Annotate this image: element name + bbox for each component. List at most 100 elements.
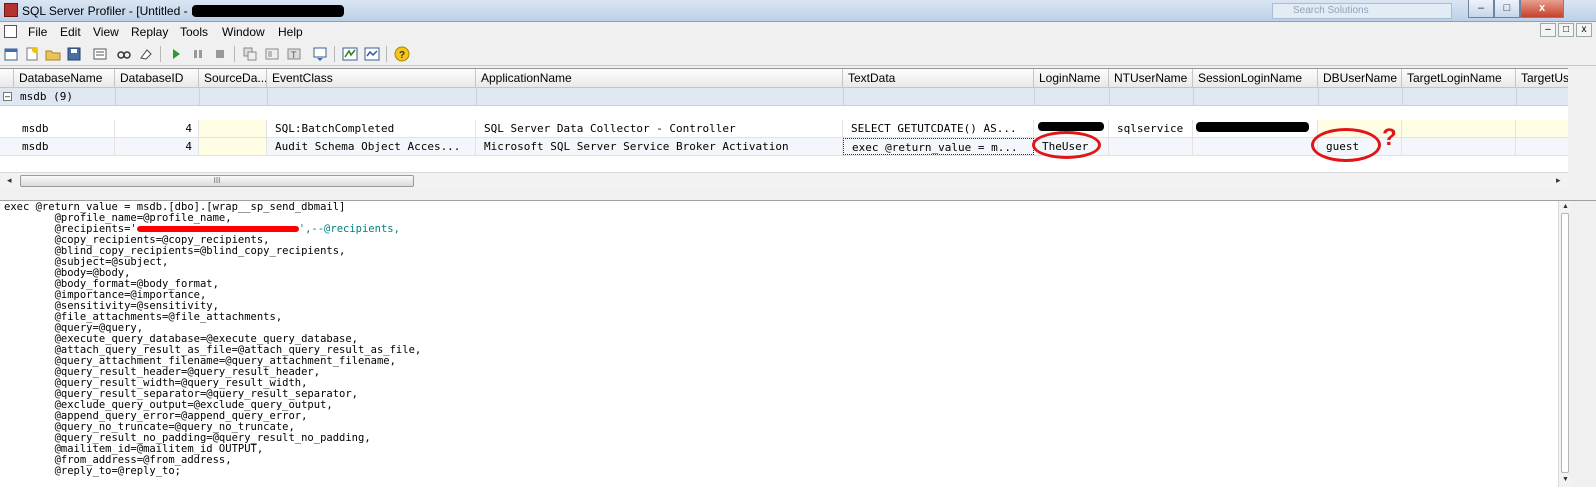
scroll-up-icon[interactable]: ▲ <box>1562 203 1569 210</box>
menu-edit[interactable]: Edit <box>60 25 81 39</box>
column-header-sessionloginname[interactable]: SessionLoginName <box>1193 69 1318 88</box>
redacted-sessionloginname <box>1196 122 1309 132</box>
column-header-eventclass[interactable]: EventClass <box>267 69 476 88</box>
new-template-icon[interactable] <box>24 46 40 62</box>
question-mark-annotation: ? <box>1382 124 1397 151</box>
menu-window[interactable]: Window <box>222 25 265 39</box>
code-comment: ',--@recipients, <box>298 223 400 235</box>
group-row[interactable]: – msdb (9) <box>0 88 1568 106</box>
cell-ntusername: sqlservice <box>1109 120 1193 137</box>
help-icon[interactable]: ? <box>394 46 410 62</box>
search-input[interactable]: Search Solutions <box>1272 3 1452 19</box>
auto-scroll-icon[interactable] <box>242 46 258 62</box>
mdi-close-button[interactable]: x <box>1576 23 1592 37</box>
minimize-button[interactable]: – <box>1468 0 1494 18</box>
cell-databasename: msdb <box>14 138 115 155</box>
cell-textdata[interactable]: exec @return_value = m... <box>843 138 1034 155</box>
column-header-databasename[interactable]: DatabaseName <box>14 69 115 88</box>
group-divider <box>199 88 200 106</box>
horizontal-scrollbar[interactable]: ◂ III ▸ <box>0 172 1568 189</box>
column-header-applicationname[interactable]: ApplicationName <box>476 69 843 88</box>
title-bar: SQL Server Profiler - [Untitled - 1 Sear… <box>0 0 1596 22</box>
properties-icon[interactable] <box>92 46 108 62</box>
redacted-loginname <box>1038 122 1104 131</box>
cell-targetusername <box>1516 138 1568 155</box>
column-header-targetloginname[interactable]: TargetLoginName <box>1402 69 1516 88</box>
menu-bar: File Edit View Replay Tools Window Help <box>0 22 1596 42</box>
group-divider <box>843 88 844 106</box>
cell-databaseid: 4 <box>115 120 199 137</box>
grid-corner <box>0 69 14 88</box>
menu-help[interactable]: Help <box>278 25 303 39</box>
mdi-restore-button[interactable]: □ <box>1558 23 1574 37</box>
toolbar-separator <box>386 46 387 62</box>
cell-targetloginname <box>1402 120 1516 137</box>
column-header-targetusername[interactable]: TargetUs <box>1516 69 1568 88</box>
scroll-thumb[interactable]: III <box>20 175 414 187</box>
document-icon[interactable] <box>4 25 17 38</box>
svg-text:T: T <box>291 50 297 60</box>
pause-icon[interactable] <box>190 46 206 62</box>
group-divider <box>1109 88 1110 106</box>
cell-ntusername <box>1109 138 1193 155</box>
collapse-icon[interactable]: – <box>3 92 12 101</box>
group-divider <box>1516 88 1517 106</box>
column-header-ntusername[interactable]: NTUserName <box>1109 69 1193 88</box>
column-header-databaseid[interactable]: DatabaseID <box>115 69 199 88</box>
cell-sourcedatabaseid <box>199 120 267 137</box>
run-icon[interactable] <box>168 46 184 62</box>
menu-view[interactable]: View <box>93 25 119 39</box>
pane-splitter[interactable] <box>0 189 1596 201</box>
maximize-button[interactable]: □ <box>1494 0 1520 18</box>
cell-textdata: SELECT GETUTCDATE() AS... <box>843 120 1034 137</box>
toolbar-separator <box>234 46 235 62</box>
cell-eventclass: SQL:BatchCompleted <box>267 120 476 137</box>
menu-file[interactable]: File <box>28 25 47 39</box>
scroll-down-icon[interactable]: ▼ <box>1562 476 1569 483</box>
cell-eventclass: Audit Schema Object Acces... <box>267 138 476 155</box>
cell-databasename: msdb <box>14 120 115 137</box>
clear-icon[interactable] <box>138 46 154 62</box>
menu-tools[interactable]: Tools <box>180 25 208 39</box>
group-divider <box>1402 88 1403 106</box>
group-divider <box>1318 88 1319 106</box>
window-title: SQL Server Profiler - [Untitled - 1 <box>22 4 198 18</box>
table-row[interactable] <box>0 106 1568 120</box>
close-button[interactable]: x <box>1520 0 1564 18</box>
highlight-loginname-ellipse <box>1032 131 1101 159</box>
stop-icon[interactable] <box>212 46 228 62</box>
scroll-left-icon[interactable]: ◂ <box>7 175 12 186</box>
scroll-right-icon[interactable]: ▸ <box>1556 175 1561 186</box>
group-label: msdb (9) <box>20 90 73 103</box>
scroll-thumb[interactable] <box>1561 213 1569 473</box>
textdata-pane[interactable]: exec @return_value = msdb.[dbo].[wrap__s… <box>0 201 1558 487</box>
svg-text:?: ? <box>399 50 405 61</box>
toolbar: T ? <box>0 42 1596 66</box>
grid-right-edge <box>1568 68 1596 189</box>
toolbar-separator <box>334 46 335 62</box>
scroll-icon[interactable] <box>312 46 328 62</box>
save-icon[interactable] <box>66 46 82 62</box>
column-header-dbusername[interactable]: DBUserName <box>1318 69 1402 88</box>
sql-profiler-app-icon <box>4 3 18 17</box>
template-icon[interactable] <box>264 46 280 62</box>
column-header-loginname[interactable]: LoginName <box>1034 69 1109 88</box>
toolbar-separator <box>160 46 161 62</box>
open-icon[interactable] <box>45 46 61 62</box>
new-trace-icon[interactable] <box>3 46 19 62</box>
menu-replay[interactable]: Replay <box>131 25 168 39</box>
cell-sessionloginname <box>1193 138 1318 155</box>
mdi-minimize-button[interactable]: – <box>1540 23 1556 37</box>
perfmon-icon[interactable] <box>364 46 380 62</box>
redacted-title <box>192 5 344 17</box>
cell-targetloginname <box>1402 138 1516 155</box>
group-divider <box>267 88 268 106</box>
cell-applicationname: SQL Server Data Collector - Controller <box>476 120 843 137</box>
highlight-dbusername-ellipse <box>1311 128 1381 162</box>
column-header-textdata[interactable]: TextData <box>843 69 1034 88</box>
sql-profiler-icon[interactable] <box>342 46 358 62</box>
trace-properties-icon[interactable]: T <box>286 46 302 62</box>
column-header-sourcedatabaseid[interactable]: SourceDa... <box>199 69 267 88</box>
vertical-scrollbar[interactable]: ▲ ▼ <box>1558 201 1571 487</box>
find-icon[interactable] <box>116 46 132 62</box>
